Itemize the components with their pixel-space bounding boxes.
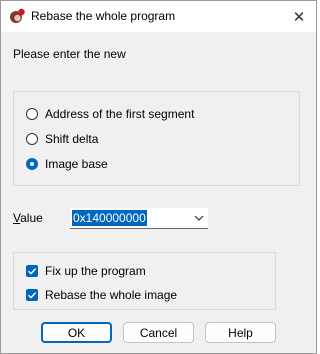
radio-image-base[interactable]: Image base xyxy=(26,157,108,171)
checkbox-label: Fix up the program xyxy=(45,264,146,278)
title-bar[interactable]: Rebase the whole program ✕ xyxy=(1,1,316,32)
checkbox-checked[interactable] xyxy=(26,289,38,301)
radio-shift-delta[interactable]: Shift delta xyxy=(26,132,98,146)
radio-label: Shift delta xyxy=(45,132,99,146)
rebase-mode-group: Address of the first segment Shift delta… xyxy=(13,91,300,186)
value-label-rest: alue xyxy=(20,211,43,225)
checkbox-fixup[interactable]: Fix up the program xyxy=(26,264,146,278)
options-group: Fix up the program Rebase the whole imag… xyxy=(13,252,276,310)
checkmark-icon xyxy=(28,268,37,275)
checkbox-rebase-image[interactable]: Rebase the whole image xyxy=(26,288,177,302)
radio-label: Image base xyxy=(45,157,108,171)
prompt-text: Please enter the new xyxy=(13,47,126,61)
value-combobox[interactable]: 0x140000000 xyxy=(70,208,208,229)
ok-button[interactable]: OK xyxy=(41,322,112,343)
close-icon: ✕ xyxy=(292,8,306,26)
checkmark-icon xyxy=(28,292,37,299)
window-title: Rebase the whole program xyxy=(31,9,176,23)
radio-button[interactable] xyxy=(26,133,38,145)
radio-first-segment[interactable]: Address of the first segment xyxy=(26,107,194,121)
help-button[interactable]: Help xyxy=(205,322,276,343)
value-label: Value xyxy=(13,211,43,225)
app-icon xyxy=(10,8,25,23)
rebase-dialog: Rebase the whole program ✕ Please enter … xyxy=(0,0,317,354)
radio-label: Address of the first segment xyxy=(45,107,195,121)
radio-button[interactable] xyxy=(26,108,38,120)
cancel-button[interactable]: Cancel xyxy=(123,322,194,343)
value-input-text[interactable]: 0x140000000 xyxy=(72,210,147,226)
checkbox-checked[interactable] xyxy=(26,265,38,277)
checkbox-label: Rebase the whole image xyxy=(45,288,178,302)
close-button[interactable]: ✕ xyxy=(282,1,316,32)
radio-button-selected[interactable] xyxy=(26,158,38,170)
chevron-down-icon[interactable] xyxy=(194,213,204,223)
